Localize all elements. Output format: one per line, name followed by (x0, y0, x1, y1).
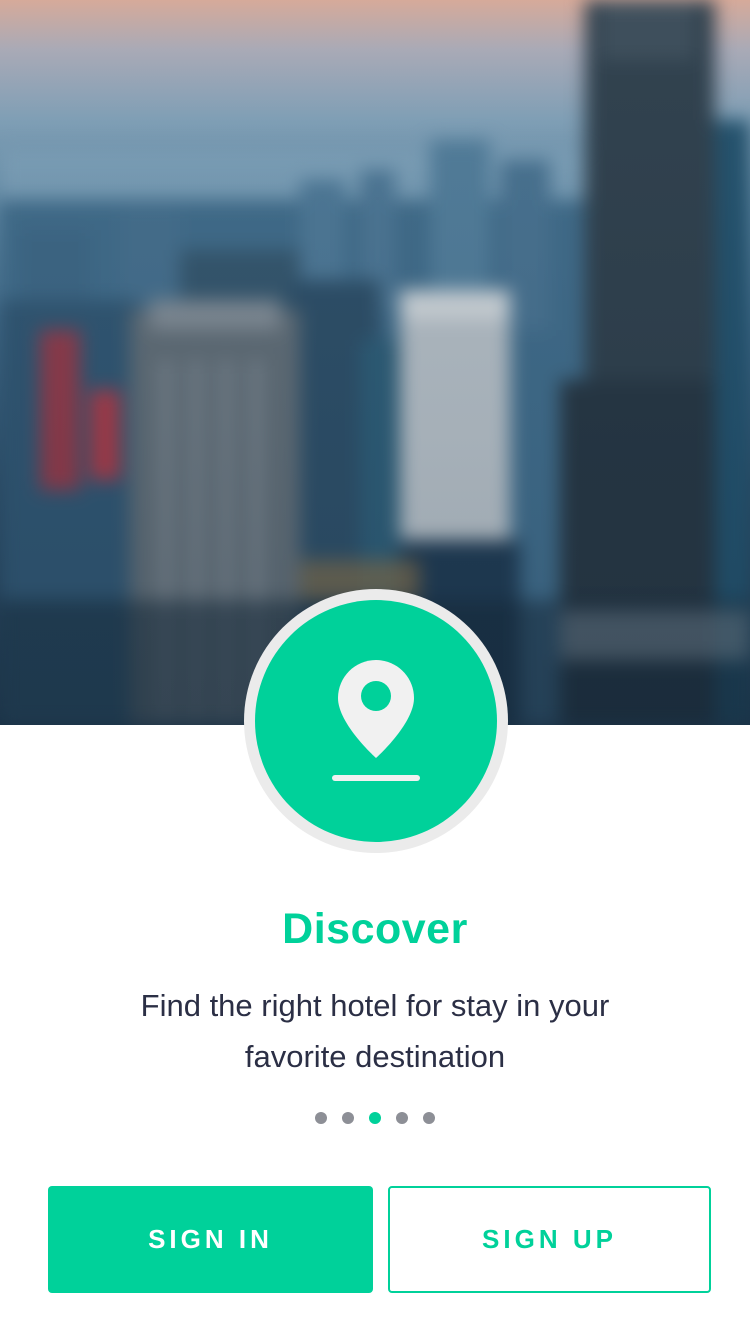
page-dot-5[interactable] (423, 1112, 435, 1124)
page-subtitle: Find the right hotel for stay in your fa… (140, 988, 610, 1074)
discover-badge (255, 600, 497, 842)
page-dot-3-active[interactable] (369, 1112, 381, 1124)
page-title: Discover (282, 905, 468, 953)
page-dot-2[interactable] (342, 1112, 354, 1124)
sign-in-button[interactable]: SIGN IN (48, 1186, 373, 1293)
map-pin-icon (332, 660, 420, 781)
page-dot-1[interactable] (315, 1112, 327, 1124)
page-indicator (0, 1112, 750, 1124)
page-dot-4[interactable] (396, 1112, 408, 1124)
sign-up-button[interactable]: SIGN UP (388, 1186, 711, 1293)
